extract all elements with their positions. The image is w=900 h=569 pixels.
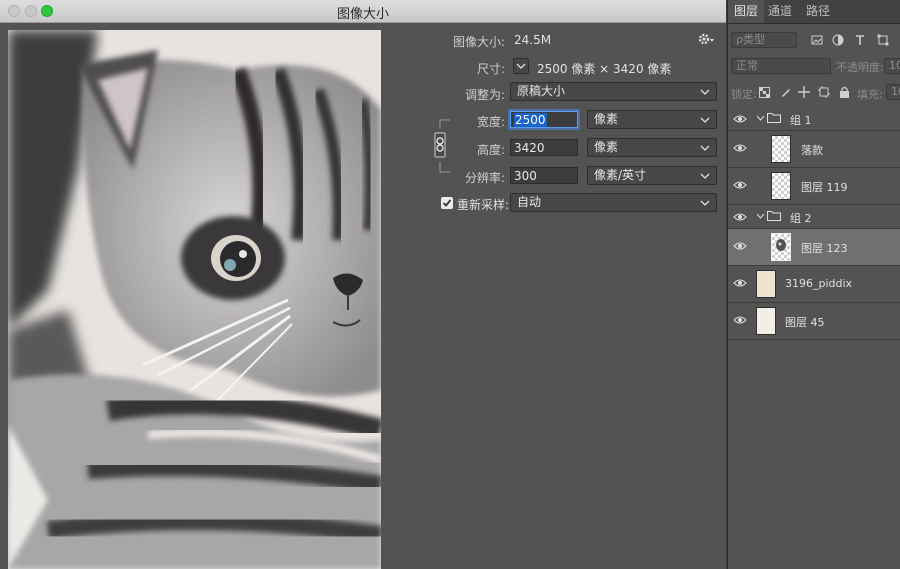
resample-checkbox[interactable] xyxy=(441,197,453,209)
chevron-down-icon xyxy=(700,89,710,95)
layer-item[interactable]: 图层 119 xyxy=(728,168,900,205)
width-input-value: 2500 xyxy=(514,113,547,127)
width-input[interactable]: 2500 xyxy=(510,111,578,128)
visibility-eye-icon[interactable] xyxy=(733,241,747,251)
shape-filter-icon[interactable] xyxy=(877,34,889,46)
tab-paths[interactable]: 路径 xyxy=(800,0,836,23)
image-filter-icon[interactable] xyxy=(811,34,823,46)
visibility-eye-icon[interactable] xyxy=(733,114,747,124)
height-unit-dropdown[interactable]: 像素 xyxy=(587,138,717,157)
fit-to-label: 调整为: xyxy=(464,88,505,102)
blend-mode-dropdown[interactable]: 正常 xyxy=(731,58,831,74)
layer-thumbnail xyxy=(771,172,791,200)
chevron-down-icon xyxy=(516,63,526,69)
resample-dropdown[interactable]: 自动 xyxy=(510,193,717,212)
lock-transparent-pixels-icon[interactable] xyxy=(759,87,770,98)
image-size-label: 图像大小: xyxy=(452,35,505,49)
lock-position-icon[interactable] xyxy=(798,86,810,98)
height-label: 高度: xyxy=(476,143,505,157)
layer-name: 图层 123 xyxy=(801,242,848,255)
layer-thumbnail xyxy=(756,307,776,335)
cat-painting-image xyxy=(8,30,381,569)
visibility-eye-icon[interactable] xyxy=(733,143,747,153)
layer-filter-dropdown[interactable]: ρ类型 xyxy=(731,32,797,48)
dialog-title: 图像大小 xyxy=(336,7,389,22)
chevron-down-icon xyxy=(700,173,710,179)
adjustment-filter-icon[interactable] xyxy=(832,34,844,46)
image-size-dialog: 图像大小 图像大小: 24.5M 尺寸: 2500 像素 × 3420 像素 调… xyxy=(0,0,726,569)
layer-thumbnail xyxy=(771,233,791,261)
chevron-down-icon xyxy=(700,145,710,151)
dimensions-unit-dropdown[interactable] xyxy=(513,58,529,74)
lock-all-icon[interactable] xyxy=(839,86,850,98)
width-unit-value: 像素 xyxy=(594,112,619,126)
checkmark-icon xyxy=(442,199,452,207)
dimensions-label: 尺寸: xyxy=(476,62,505,76)
chevron-down-icon[interactable] xyxy=(756,212,765,221)
image-preview[interactable] xyxy=(8,30,381,569)
layer-name: 3196_piddix xyxy=(785,277,853,290)
opacity-label: 不透明度: xyxy=(836,61,884,74)
resolution-unit-value: 像素/英寸 xyxy=(594,168,647,182)
chevron-down-icon[interactable] xyxy=(756,114,765,123)
dimensions-value: 2500 像素 × 3420 像素 xyxy=(537,62,672,76)
layer-thumbnail xyxy=(756,270,776,298)
fit-to-dropdown[interactable]: 原稿大小 xyxy=(510,82,717,101)
resolution-input[interactable]: 300 xyxy=(510,167,578,184)
gear-icon[interactable] xyxy=(697,32,715,46)
layer-name: 落款 xyxy=(801,144,823,157)
layer-name: 图层 45 xyxy=(785,316,825,329)
tab-layers[interactable]: 图层 xyxy=(728,0,765,23)
cat-thumbnail-icon xyxy=(776,239,786,251)
layer-name: 组 2 xyxy=(790,212,812,225)
tab-channels[interactable]: 通道 xyxy=(762,0,798,23)
blend-row: 正常 不透明度: 100 xyxy=(728,57,900,79)
layer-item[interactable]: 图层 45 xyxy=(728,303,900,340)
layer-item[interactable]: 落款 xyxy=(728,131,900,168)
visibility-eye-icon[interactable] xyxy=(733,212,747,222)
layer-item[interactable]: 3196_piddix xyxy=(728,266,900,303)
chevron-down-icon xyxy=(700,117,710,123)
layer-name: 组 1 xyxy=(790,114,812,127)
chevron-down-icon xyxy=(700,200,710,206)
resample-label: 重新采样: xyxy=(457,198,510,212)
fit-to-value: 原稿大小 xyxy=(517,84,566,98)
fill-label: 填充: xyxy=(857,88,883,101)
lock-image-pixels-icon[interactable] xyxy=(780,86,792,98)
panel-tabs: 图层 通道 路径 xyxy=(728,0,900,24)
layer-filter-row: ρ类型 xyxy=(728,30,900,52)
resample-value: 自动 xyxy=(517,195,542,209)
layer-name: 图层 119 xyxy=(801,181,848,194)
layer-thumbnail xyxy=(771,135,791,163)
opacity-input[interactable]: 100 xyxy=(884,58,900,74)
visibility-eye-icon[interactable] xyxy=(733,315,747,325)
height-unit-value: 像素 xyxy=(594,140,619,154)
layers-panel: 图层 通道 路径 ρ类型 正常 不透明度: 100 锁定: 填充: 100 组 … xyxy=(727,0,900,569)
visibility-eye-icon[interactable] xyxy=(733,278,747,288)
resolution-unit-dropdown[interactable]: 像素/英寸 xyxy=(587,166,717,185)
visibility-eye-icon[interactable] xyxy=(733,180,747,190)
width-unit-dropdown[interactable]: 像素 xyxy=(587,110,717,129)
image-size-value: 24.5M xyxy=(514,33,552,47)
height-input[interactable]: 3420 xyxy=(510,139,578,156)
lock-artboard-icon[interactable] xyxy=(818,86,830,98)
folder-icon xyxy=(767,113,781,123)
text-filter-icon[interactable] xyxy=(854,34,866,46)
folder-icon xyxy=(767,211,781,221)
layer-group-2[interactable]: 组 2 xyxy=(728,205,900,229)
title-bar: 图像大小 xyxy=(0,0,726,23)
resolution-label: 分辨率: xyxy=(464,171,505,185)
lock-row: 锁定: 填充: 100 xyxy=(728,83,900,105)
layer-item-selected[interactable]: 图层 123 xyxy=(728,229,900,266)
layer-group-1[interactable]: 组 1 xyxy=(728,107,900,131)
fill-input[interactable]: 100 xyxy=(886,84,900,100)
width-label: 宽度: xyxy=(476,115,505,129)
lock-label: 锁定: xyxy=(731,88,757,101)
